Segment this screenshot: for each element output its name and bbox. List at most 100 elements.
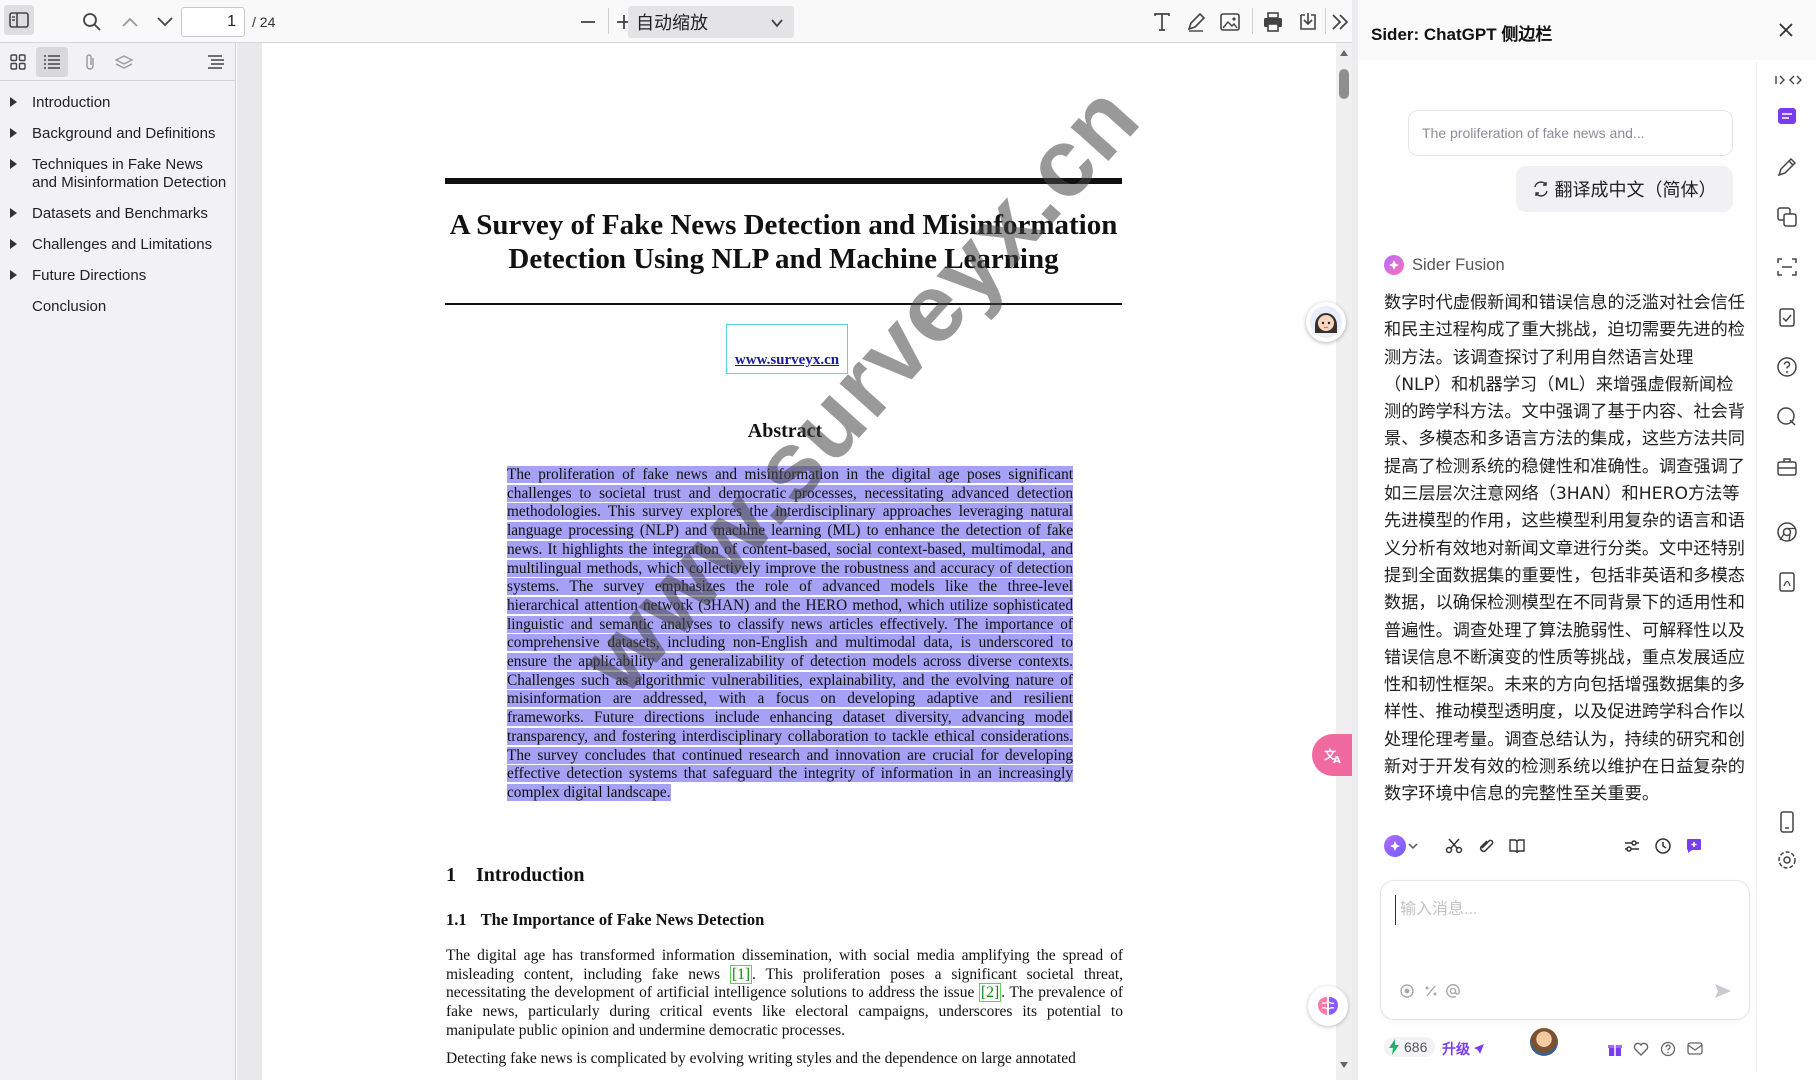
chevron-down-icon [770, 14, 784, 35]
search-icon[interactable] [80, 10, 104, 34]
prompt-icon[interactable] [1421, 981, 1441, 1001]
outline-item[interactable]: Conclusion [0, 291, 236, 322]
help-icon[interactable] [1659, 1040, 1677, 1058]
translate-icon [1533, 181, 1548, 197]
write-icon[interactable] [1775, 155, 1799, 179]
svg-text:A: A [1333, 755, 1341, 764]
gift-icon[interactable] [1606, 1040, 1624, 1058]
chat-toolbar [1384, 830, 1744, 862]
outline-list: Introduction Background and Definitions … [0, 87, 236, 322]
quoted-text: The proliferation of fake news and... [1408, 110, 1733, 156]
attachments-icon[interactable] [74, 47, 106, 77]
scroll-up-icon [1340, 50, 1348, 56]
draw-icon[interactable] [1184, 10, 1208, 34]
outline-options-icon[interactable] [200, 47, 232, 77]
text-tool-icon[interactable] [1150, 10, 1174, 34]
book-icon[interactable] [1505, 834, 1529, 858]
sider-title: Sider: ChatGPT 侧边栏 [1371, 25, 1553, 44]
title-rule [445, 303, 1122, 305]
paragraph: The digital age has transformed informat… [446, 947, 1124, 1039]
expand-triangle-icon[interactable] [10, 239, 17, 249]
scroll-down-icon [1340, 1062, 1348, 1068]
outline-item[interactable]: Challenges and Limitations [0, 229, 236, 260]
outline-item[interactable]: Introduction [0, 87, 236, 118]
save-icon[interactable] [1296, 10, 1320, 34]
settings-icon[interactable] [1775, 848, 1799, 872]
history-icon[interactable] [1651, 834, 1675, 858]
citation-link[interactable]: [2] [979, 983, 1002, 1003]
attachment-icon[interactable] [1474, 834, 1498, 858]
ocr-icon[interactable] [1775, 255, 1799, 279]
outline-item[interactable]: Background and Definitions [0, 118, 236, 149]
sider-footer: 686 升级 [1384, 1034, 1756, 1064]
page-number-input[interactable] [181, 7, 245, 37]
user-command-bubble: 翻译成中文（简体） [1516, 166, 1733, 212]
tools-icon[interactable] [1775, 455, 1799, 479]
sider-header: Sider: ChatGPT 侧边栏 [1358, 0, 1816, 60]
outline-item[interactable]: Techniques in Fake News and Misinformati… [0, 149, 236, 198]
chat-area: The proliferation of fake news and... 翻译… [1366, 62, 1757, 1072]
outline-list-icon[interactable] [36, 47, 68, 77]
heart-icon[interactable] [1632, 1040, 1650, 1058]
section-heading: 1 Introduction [446, 864, 585, 886]
close-icon[interactable] [1774, 18, 1798, 42]
upgrade-link[interactable]: 升级 [1442, 1039, 1485, 1059]
search-icon[interactable] [1775, 405, 1799, 429]
sidebar-toggle-icon[interactable] [4, 5, 34, 35]
subsection-heading: 1.1 The Importance of Fake News Detection [446, 910, 765, 929]
lightning-icon [1389, 1039, 1399, 1055]
more-icon[interactable] [1328, 10, 1352, 34]
user-avatar[interactable] [1530, 1028, 1558, 1056]
mention-icon[interactable] [1443, 981, 1463, 1001]
paragraph: Detecting fake news is complicated by ev… [446, 1050, 1076, 1067]
sider-rail [1758, 62, 1816, 1080]
chevron-down-icon [1408, 843, 1418, 850]
scissors-icon[interactable] [1442, 834, 1466, 858]
zoom-select-value: 自动缩放 [636, 13, 708, 33]
translate-float-icon[interactable]: 文A [1312, 734, 1354, 776]
expand-triangle-icon[interactable] [10, 270, 17, 280]
ask-icon[interactable] [1775, 355, 1799, 379]
image-icon[interactable] [1218, 10, 1242, 34]
expand-triangle-icon[interactable] [10, 97, 17, 107]
chevron-down-icon[interactable] [153, 10, 177, 34]
scrollbar-thumb[interactable] [1339, 69, 1349, 99]
chat-icon[interactable] [1775, 105, 1799, 129]
bot-reply[interactable]: 数字时代虚假新闻和错误信息的泛滥对社会信任和民主过程构成了重大挑战，迫切需要先进… [1384, 290, 1746, 809]
outline-item[interactable]: Future Directions [0, 260, 236, 291]
brain-icon[interactable] [1308, 986, 1348, 1026]
send-icon[interactable] [1713, 981, 1733, 1001]
outline-item[interactable]: Datasets and Benchmarks [0, 198, 236, 229]
layers-icon[interactable] [108, 47, 140, 77]
bot-name: Sider Fusion [1384, 255, 1505, 275]
zoom-select[interactable]: 自动缩放 [628, 6, 794, 38]
chevron-up-icon[interactable] [118, 10, 142, 34]
model-selector[interactable] [1384, 832, 1426, 860]
zoom-out-icon[interactable] [576, 10, 600, 34]
expand-triangle-icon[interactable] [10, 159, 17, 169]
expand-triangle-icon[interactable] [10, 208, 17, 218]
voice-icon[interactable] [1397, 981, 1417, 1001]
print-icon[interactable] [1261, 10, 1285, 34]
settings-sliders-icon[interactable] [1620, 834, 1644, 858]
citation-link[interactable]: [1] [729, 964, 753, 984]
thumbnails-icon[interactable] [2, 47, 34, 77]
assistant-avatar-icon[interactable] [1306, 302, 1346, 342]
outline-tabs [0, 43, 236, 81]
document-scrollbar[interactable] [1336, 43, 1352, 1080]
sider-fusion-logo-icon [1384, 255, 1404, 275]
app-window: / 24 自动缩放 [0, 0, 1816, 1080]
page-total: / 24 [252, 14, 276, 30]
translate-icon[interactable] [1775, 205, 1799, 229]
grammar-check-icon[interactable] [1775, 305, 1799, 329]
sider-panel: Sider: ChatGPT 侧边栏 The proliferation of … [1358, 0, 1816, 1080]
credits-badge[interactable]: 686 [1384, 1037, 1436, 1057]
phone-icon[interactable] [1775, 810, 1799, 834]
message-input[interactable] [1395, 895, 1725, 925]
expand-triangle-icon[interactable] [10, 128, 17, 138]
chrome-icon[interactable] [1775, 520, 1799, 544]
new-chat-icon[interactable] [1682, 834, 1706, 858]
expand-collapse-icon[interactable] [1770, 68, 1804, 92]
message-icon[interactable] [1686, 1040, 1704, 1058]
pdf-icon[interactable] [1775, 570, 1799, 594]
